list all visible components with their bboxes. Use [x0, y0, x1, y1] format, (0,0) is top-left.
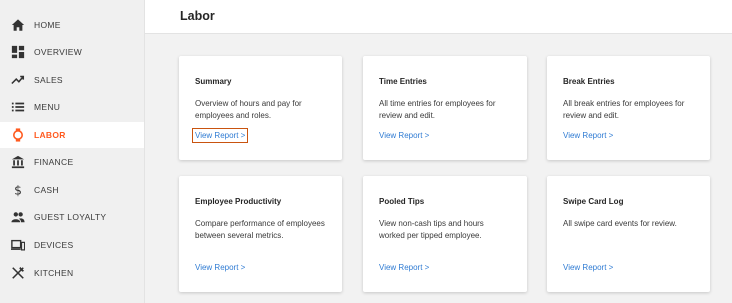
view-report-link[interactable]: View Report >	[563, 263, 613, 272]
sidebar: HOME OVERVIEW SALES MENU LABOR FINANCE $	[0, 0, 145, 303]
devices-icon	[10, 237, 26, 253]
bank-icon	[10, 154, 26, 170]
sidebar-item-label: CASH	[34, 185, 59, 195]
card-title: Time Entries	[379, 77, 427, 86]
sidebar-item-label: OVERVIEW	[34, 47, 83, 57]
list-icon	[10, 99, 26, 115]
people-icon	[10, 209, 26, 225]
card-title: Pooled Tips	[379, 197, 425, 206]
sidebar-item-finance[interactable]: FINANCE	[0, 149, 144, 175]
report-card-time-entries: Time Entries All time entries for employ…	[363, 56, 527, 160]
report-card-pooled-tips: Pooled Tips View non-cash tips and hours…	[363, 176, 527, 292]
sidebar-item-label: HOME	[34, 20, 61, 30]
view-report-link[interactable]: View Report >	[379, 131, 429, 140]
sidebar-item-label: FINANCE	[34, 157, 74, 167]
main-content: Labor Summary Overview of hours and pay …	[145, 0, 732, 303]
card-description: All break entries for employees for revi…	[563, 99, 685, 120]
view-report-link[interactable]: View Report >	[379, 263, 429, 272]
card-title: Summary	[195, 77, 232, 86]
card-description: Compare performance of employees between…	[195, 219, 325, 240]
dollar-icon: $	[10, 182, 26, 198]
view-report-link[interactable]: View Report >	[563, 131, 613, 140]
report-card-break-entries: Break Entries All break entries for empl…	[547, 56, 710, 160]
report-card-summary: Summary Overview of hours and pay for em…	[179, 56, 342, 160]
dashboard-icon	[10, 44, 26, 60]
card-title: Swipe Card Log	[563, 197, 624, 206]
sidebar-item-kitchen[interactable]: KITCHEN	[0, 260, 144, 286]
card-title: Employee Productivity	[195, 197, 282, 206]
report-card-employee-productivity: Employee Productivity Compare performanc…	[179, 176, 342, 292]
page-title: Labor	[180, 9, 215, 23]
view-report-link[interactable]: View Report >	[195, 263, 245, 272]
sidebar-item-label: SALES	[34, 75, 63, 85]
trending-up-icon	[10, 72, 26, 88]
card-description: All time entries for employees for revie…	[379, 99, 496, 120]
page-header: Labor	[145, 0, 732, 34]
svg-text:$: $	[14, 183, 22, 197]
view-report-link[interactable]: View Report >	[191, 128, 249, 143]
sidebar-item-guest-loyalty[interactable]: GUEST LOYALTY	[0, 204, 144, 230]
sidebar-item-home[interactable]: HOME	[0, 12, 144, 38]
card-title: Break Entries	[563, 77, 615, 86]
sidebar-item-label: MENU	[34, 102, 61, 112]
sidebar-item-label: LABOR	[34, 130, 66, 140]
card-description: All swipe card events for review.	[563, 219, 677, 228]
sidebar-item-label: GUEST LOYALTY	[34, 212, 107, 222]
sidebar-item-labor[interactable]: LABOR	[0, 122, 144, 148]
report-card-swipe-card-log: Swipe Card Log All swipe card events for…	[547, 176, 710, 292]
utensils-icon	[10, 265, 26, 281]
sidebar-item-menu[interactable]: MENU	[0, 94, 144, 120]
sidebar-item-label: DEVICES	[34, 240, 74, 250]
sidebar-item-cash[interactable]: $ CASH	[0, 177, 144, 203]
sidebar-item-overview[interactable]: OVERVIEW	[0, 39, 144, 65]
sidebar-item-devices[interactable]: DEVICES	[0, 232, 144, 258]
sidebar-item-label: KITCHEN	[34, 268, 74, 278]
card-description: Overview of hours and pay for employees …	[195, 99, 302, 120]
watch-icon	[10, 127, 26, 143]
card-description: View non-cash tips and hours worked per …	[379, 219, 484, 240]
home-icon	[10, 17, 26, 33]
sidebar-item-sales[interactable]: SALES	[0, 67, 144, 93]
